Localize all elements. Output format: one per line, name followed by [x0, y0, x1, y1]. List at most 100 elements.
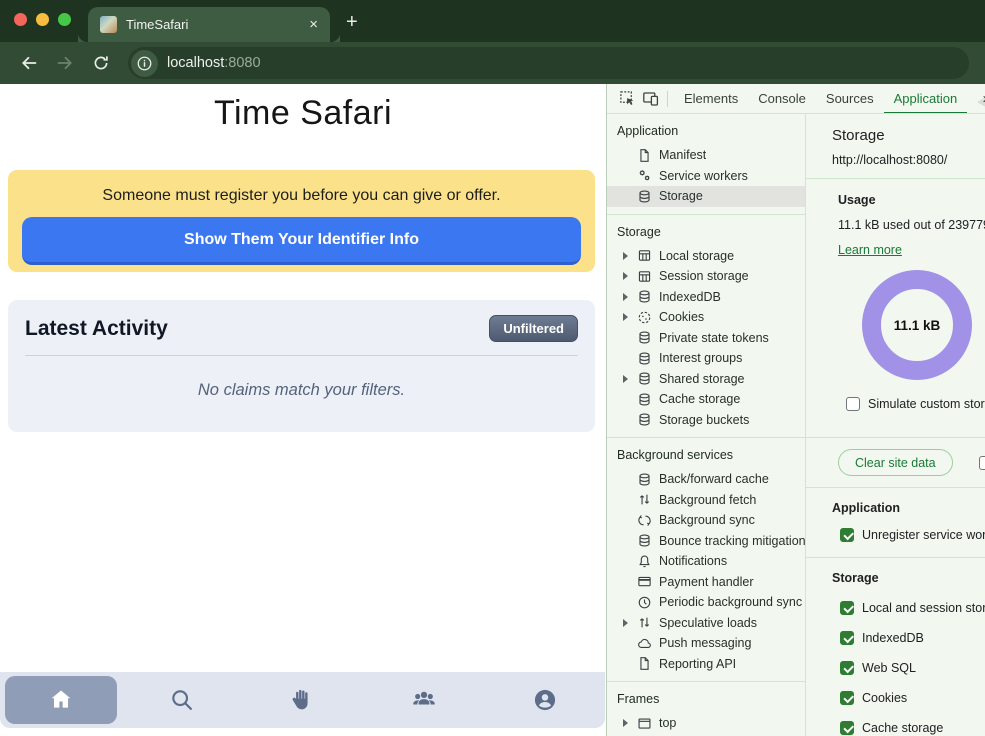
nav-item-offers[interactable]	[242, 672, 363, 728]
including-checkbox[interactable]	[979, 456, 985, 470]
cache-storage-checkbox[interactable]	[840, 721, 854, 735]
cookies-checkbox[interactable]	[840, 691, 854, 705]
simulate-quota-row: Simulate custom stora	[846, 397, 985, 411]
nav-item-profile[interactable]	[484, 672, 605, 728]
sidebar-item-private-state-tokens[interactable]: Private state tokens	[607, 328, 805, 349]
expand-arrow-icon[interactable]	[623, 619, 628, 627]
tab-application[interactable]: Application	[884, 84, 968, 114]
database-icon	[637, 351, 652, 366]
sidebar-item-notifications[interactable]: Notifications	[607, 551, 805, 572]
new-tab-button[interactable]: +	[346, 11, 358, 42]
forward-icon[interactable]	[50, 48, 80, 78]
sidebar-section-storage: Storage Local storage Session storage	[607, 215, 805, 439]
alert-message: Someone must register you before you can…	[8, 170, 595, 205]
bottom-navigation	[0, 672, 605, 728]
zoom-window-button[interactable]	[58, 13, 71, 26]
home-active-pill	[5, 676, 117, 724]
indexeddb-checkbox[interactable]	[840, 631, 854, 645]
sidebar-item-local-storage[interactable]: Local storage	[607, 246, 805, 267]
tab-favicon-icon	[100, 16, 117, 33]
hand-icon	[290, 687, 316, 713]
sidebar-item-service-workers[interactable]: Service workers	[607, 166, 805, 187]
payment-card-icon	[637, 574, 652, 589]
close-window-button[interactable]	[14, 13, 27, 26]
inspect-element-icon[interactable]	[615, 87, 639, 111]
nav-item-search[interactable]	[121, 672, 242, 728]
sidebar-item-speculative-loads[interactable]: Speculative loads	[607, 613, 805, 634]
sidebar-item-back-forward-cache[interactable]: Back/forward cache	[607, 469, 805, 490]
cloud-icon	[637, 636, 652, 651]
sidebar-item-cookies[interactable]: Cookies	[607, 307, 805, 328]
browser-tab[interactable]: TimeSafari ×	[88, 7, 330, 42]
tab-sources[interactable]: Sources	[816, 84, 884, 114]
table-icon	[637, 248, 652, 263]
section-title: Frames	[607, 688, 805, 713]
usage-text: 11.1 kB used out of 239779	[838, 218, 985, 232]
section-title: Background services	[607, 444, 805, 469]
local-session-checkbox[interactable]	[840, 601, 854, 615]
sidebar-item-background-sync[interactable]: Background sync	[607, 510, 805, 531]
url-port: :8080	[224, 55, 260, 71]
bell-icon	[637, 554, 652, 569]
site-info-icon[interactable]	[131, 50, 158, 77]
unregister-checkbox[interactable]	[840, 528, 854, 542]
address-bar[interactable]: localhost:8080	[128, 47, 969, 79]
expand-arrow-icon[interactable]	[623, 313, 628, 321]
section-title: Storage	[607, 221, 805, 246]
url-host: localhost	[167, 55, 224, 71]
sidebar-item-interest-groups[interactable]: Interest groups	[607, 348, 805, 369]
nav-item-contacts[interactable]	[363, 672, 484, 728]
unfiltered-button[interactable]: Unfiltered	[489, 315, 578, 342]
simulate-quota-checkbox[interactable]	[846, 397, 860, 411]
tab-strip: TimeSafari × +	[0, 0, 985, 42]
sidebar-item-push-messaging[interactable]: Push messaging	[607, 633, 805, 654]
sidebar-item-storage[interactable]: Storage	[607, 186, 805, 207]
document-icon	[637, 656, 652, 671]
nav-item-home[interactable]	[0, 672, 121, 728]
people-icon	[410, 686, 438, 714]
sidebar-item-indexeddb[interactable]: IndexedDB	[607, 287, 805, 308]
expand-arrow-icon[interactable]	[623, 252, 628, 260]
expand-arrow-icon[interactable]	[623, 272, 628, 280]
gears-icon	[637, 168, 652, 183]
storage-heading: Storage	[832, 571, 985, 585]
minimize-window-button[interactable]	[36, 13, 49, 26]
device-toolbar-icon[interactable]	[639, 87, 663, 111]
sidebar-item-manifest[interactable]: Manifest	[607, 145, 805, 166]
reload-icon[interactable]	[86, 48, 116, 78]
sidebar-item-top-frame[interactable]: top	[607, 713, 805, 734]
expand-arrow-icon[interactable]	[623, 375, 628, 383]
page-content: Time Safari Someone must register you be…	[0, 84, 606, 736]
expand-arrow-icon[interactable]	[623, 293, 628, 301]
expand-arrow-icon[interactable]	[623, 719, 628, 727]
divider	[667, 91, 668, 107]
database-icon	[637, 189, 652, 204]
database-icon	[637, 533, 652, 548]
sidebar-item-reporting-api[interactable]: Reporting API	[607, 654, 805, 675]
sidebar-item-storage-buckets[interactable]: Storage buckets	[607, 410, 805, 431]
panel-title: Storage	[832, 127, 985, 144]
url-text: localhost:8080	[167, 55, 261, 71]
back-icon[interactable]	[14, 48, 44, 78]
cache-storage-row: Cache storage	[840, 721, 985, 735]
sidebar-item-payment-handler[interactable]: Payment handler	[607, 572, 805, 593]
sidebar-item-cache-storage[interactable]: Cache storage	[607, 389, 805, 410]
sidebar-item-periodic-background-sync[interactable]: Periodic background sync	[607, 592, 805, 613]
sidebar-item-shared-storage[interactable]: Shared storage	[607, 369, 805, 390]
tab-close-icon[interactable]: ×	[307, 16, 320, 33]
divider	[25, 355, 578, 356]
tab-elements[interactable]: Elements	[674, 84, 748, 114]
simulate-quota-label: Simulate custom stora	[868, 397, 985, 411]
tab-console[interactable]: Console	[748, 84, 816, 114]
sidebar-item-background-fetch[interactable]: Background fetch	[607, 490, 805, 511]
clear-site-data-button[interactable]: Clear site data	[838, 449, 953, 476]
devtools-sidebar: Application Manifest Service workers Sto…	[607, 114, 806, 736]
sync-icon	[637, 513, 652, 528]
sidebar-item-session-storage[interactable]: Session storage	[607, 266, 805, 287]
learn-more-link[interactable]: Learn more	[838, 243, 902, 257]
websql-checkbox[interactable]	[840, 661, 854, 675]
unregister-service-workers-row: Unregister service wor	[840, 528, 985, 542]
show-identifier-button[interactable]: Show Them Your Identifier Info	[22, 217, 581, 265]
database-icon	[637, 472, 652, 487]
sidebar-item-bounce-tracking-mitigation[interactable]: Bounce tracking mitigation	[607, 531, 805, 552]
